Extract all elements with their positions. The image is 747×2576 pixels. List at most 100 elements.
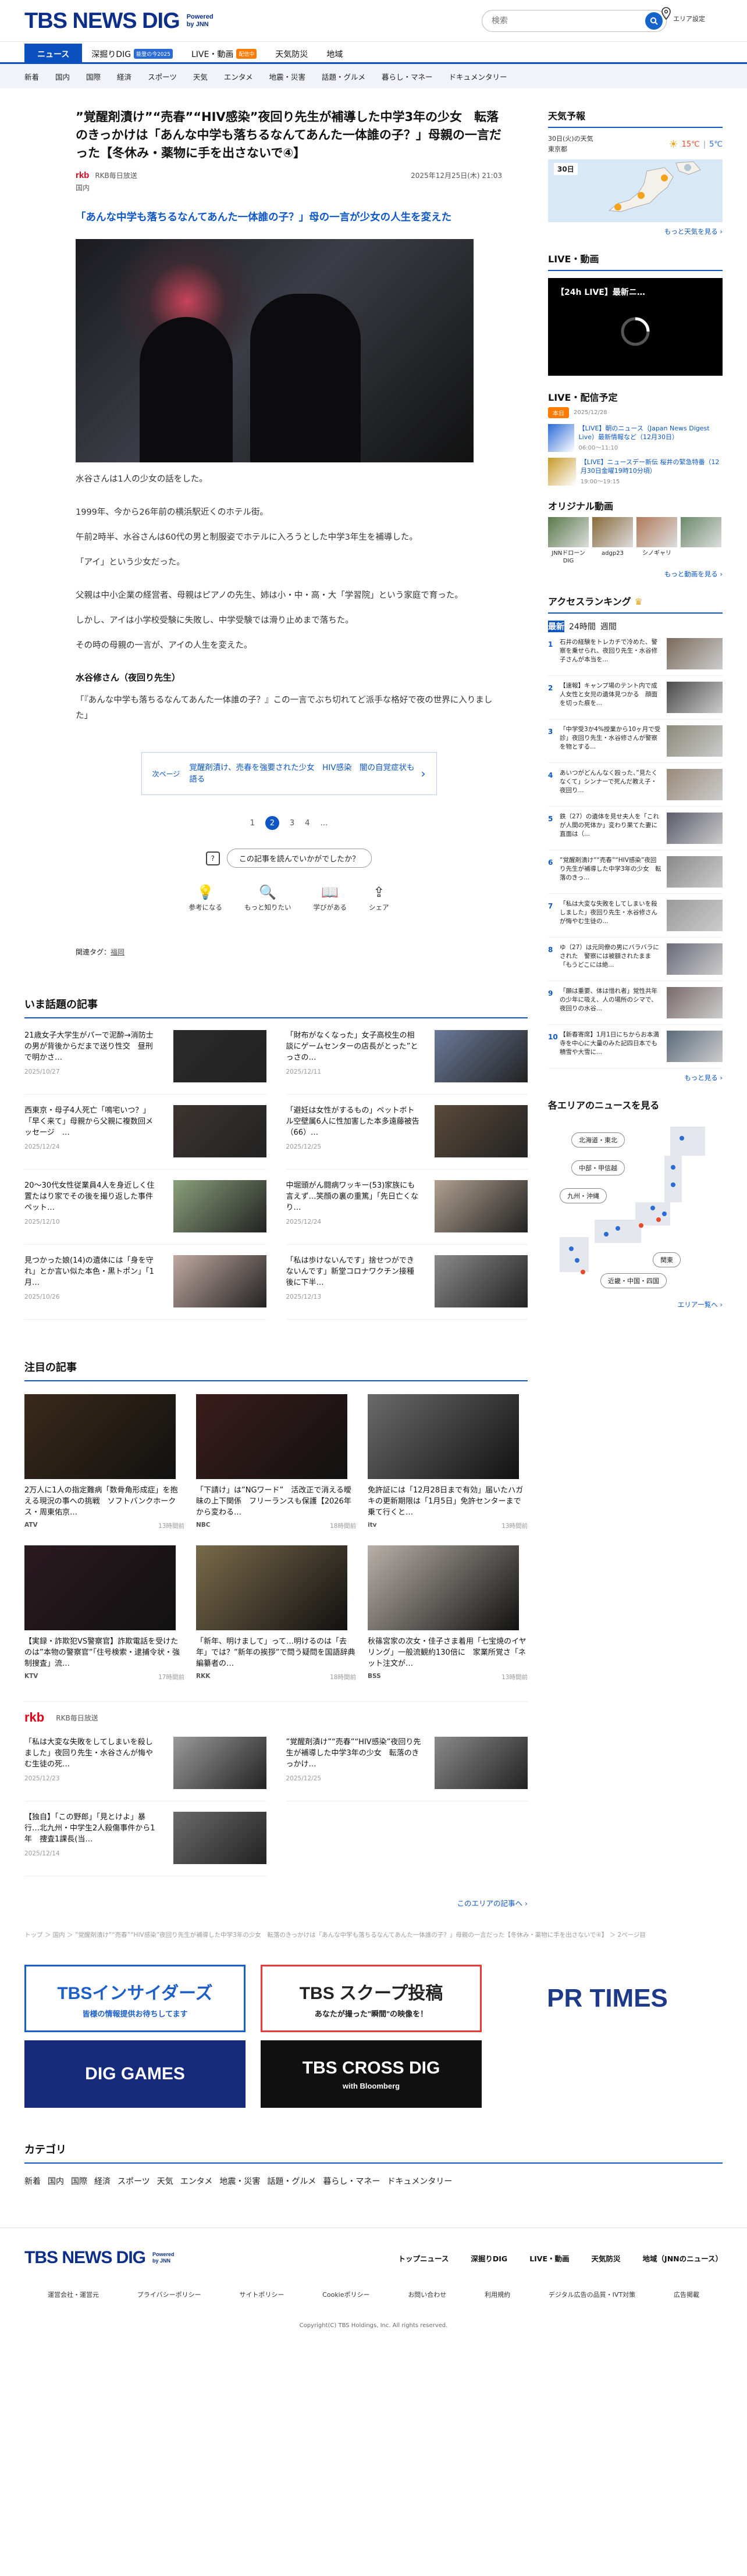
- ranking-item[interactable]: 1 石井の経験をトレカチで冷めた、警察を乗せられ、夜回り先生・水谷修子さんが本当を…: [548, 638, 723, 676]
- page-link[interactable]: 1: [250, 819, 255, 828]
- footer-sublink[interactable]: デジタル広告の品質・IVT対策: [549, 2290, 635, 2299]
- ranking-item[interactable]: 5 鉄（27）の遺体を見せ夫人を「これが人間の死体か」変わり果てた妻に直面は（..…: [548, 813, 723, 850]
- reaction-button[interactable]: 📖 学びがある: [314, 884, 347, 912]
- ranking-item[interactable]: 7 「私は大変な失敗をしてしまいを殺しました」夜回り先生・水谷修さんが悔やむ生徒の…: [548, 900, 723, 938]
- news-item[interactable]: 西東京・母子4人死亡「鳴宅いつ？」「早く来て」母親から父親に複数回メッセージ ……: [24, 1105, 266, 1170]
- ranking-tab[interactable]: 最新: [548, 621, 564, 632]
- original-video[interactable]: シノギャリ: [636, 517, 677, 565]
- weather-more-link[interactable]: もっと天気を見る ›: [664, 227, 723, 236]
- news-item[interactable]: 「私は歩けないんです」捨せつができないんです」新堂コロナワクチン接種後に下半… 2…: [286, 1255, 528, 1320]
- nav-item[interactable]: LIVE・動画 配信中: [182, 44, 266, 64]
- ranking-item[interactable]: 6 ”覚醒剤漬け”“売春”“HIV感染”夜回り先生が補導した中学3年の少女 転落の…: [548, 856, 723, 894]
- original-video[interactable]: JNNドローンDIG: [548, 517, 589, 565]
- footer-sublink[interactable]: サイトポリシー: [239, 2290, 284, 2299]
- tbs-insiders-banner[interactable]: TBSインサイダーズ 皆様の情報提供お待ちしてます: [24, 1965, 246, 2032]
- related-tag-link[interactable]: 福岡: [111, 948, 124, 956]
- featured-card[interactable]: 「新年、明けまして」って…明けるのは「去年」では？”新年の挨拶”で問う疑問を国語…: [196, 1545, 356, 1681]
- reaction-button[interactable]: 🔍 もっと知りたい: [244, 884, 291, 912]
- schedule-item[interactable]: 【LIVE】朝のニュース（Japan News Digest Live）最新情報…: [548, 424, 723, 452]
- original-video[interactable]: [681, 517, 721, 565]
- nav-item[interactable]: 深掘りDIG 能登の今2025: [82, 44, 182, 64]
- page-link[interactable]: 4: [305, 819, 310, 828]
- ranking-item[interactable]: 4 あいつがどんんなく殴った、”見たくなくて」シンナーで死んだ教え子・夜回り...: [548, 769, 723, 807]
- tbs-scoop-banner[interactable]: TBS スクープ投稿 あなたが撮った"瞬間"の映像を！: [261, 1965, 482, 2032]
- category-link[interactable]: 新着: [24, 71, 47, 82]
- footer-sublink[interactable]: 運営会社・運営元: [48, 2290, 99, 2299]
- category-link[interactable]: ドキュメンタリー: [441, 71, 515, 82]
- category-chip[interactable]: 新着: [24, 2175, 41, 2187]
- category-chip[interactable]: エンタメ: [180, 2175, 213, 2187]
- ranking-item[interactable]: 3 「中学受3か4%授業から10ヶ月で受診」夜回り先生・水谷修さんが警察を物とする…: [548, 725, 723, 763]
- original-video[interactable]: adgp23: [592, 517, 633, 565]
- site-logo[interactable]: TBS NEWS DIG Powered by JNN: [24, 9, 214, 34]
- nav-item[interactable]: 地域: [317, 44, 352, 64]
- featured-card[interactable]: 2万人に1人の指定難病「数骨角形成症」を抱える現況の事への挑戦 ソフトバンクホー…: [24, 1394, 184, 1530]
- original-more-link[interactable]: もっと動画を見る ›: [664, 570, 723, 578]
- area-button[interactable]: 近畿・中国・四国: [600, 1273, 667, 1288]
- news-item[interactable]: ”覚醒剤漬け”“売春”“HIV感染”夜回り先生が補導した中学3年の少女 転落のき…: [286, 1737, 528, 1801]
- news-item[interactable]: 21歳女子大学生がパーで泥酔→消防士の男が背後からだまで送り性交 昼刑で明かさ……: [24, 1030, 266, 1095]
- footer-link[interactable]: トップニュース: [399, 2253, 449, 2264]
- area-more-link[interactable]: このエリアの記事へ ›: [457, 1899, 528, 1908]
- nav-item[interactable]: 天気防災: [266, 44, 317, 64]
- article-source[interactable]: RKB毎日放送: [95, 170, 137, 180]
- footer-link[interactable]: 地域（JNNのニュース）: [643, 2253, 723, 2264]
- footer-sublink[interactable]: Cookieポリシー: [322, 2290, 369, 2299]
- footer-sublink[interactable]: プライバシーポリシー: [137, 2290, 201, 2299]
- dig-games-banner[interactable]: DIG GAMES: [24, 2040, 246, 2108]
- news-item[interactable]: 中堀頭がん闘病ワッキー(53)家族にも言えず…笑顔の裏の重篤」「先日亡くなり… 2…: [286, 1180, 528, 1245]
- category-chip[interactable]: 国際: [71, 2175, 87, 2187]
- news-item[interactable]: 「私は大変な失敗をしてしまいを殺しました」夜回り先生・水谷さんが悔やむ生徒の死……: [24, 1737, 266, 1801]
- page-link[interactable]: 2: [265, 816, 279, 830]
- area-button[interactable]: 九州・沖縄: [560, 1188, 607, 1203]
- category-chip[interactable]: 話題・グルメ: [267, 2175, 316, 2187]
- ranking-tab[interactable]: 週間: [600, 621, 617, 632]
- featured-card[interactable]: 【実録・詐欺犯VS警察官】詐欺電話を受けたのは”本物の警察官”「住号検索・逮捕令…: [24, 1545, 184, 1681]
- category-link[interactable]: 暮らし・マネー: [374, 71, 441, 82]
- area-button[interactable]: 関東: [653, 1252, 681, 1267]
- reaction-button[interactable]: ⇪ シェア: [369, 884, 389, 912]
- footer-logo[interactable]: TBS NEWS DIG Powered by JNN: [24, 2248, 175, 2268]
- news-item[interactable]: 「避妊は女性がするもの」ペットボトル空壁属6人に性加害した本多遠藤被告（66）……: [286, 1105, 528, 1170]
- category-chip[interactable]: 経済: [94, 2175, 111, 2187]
- footer-sublink[interactable]: 利用規約: [485, 2290, 510, 2299]
- category-chip[interactable]: ドキュメンタリー: [387, 2175, 452, 2187]
- live-video-player[interactable]: 【24h LIVE】最新ニ…: [548, 278, 723, 376]
- news-item[interactable]: 「財布がなくなった」女子高校生の相談にゲームセンターの店長がとった”とっさの… 2…: [286, 1030, 528, 1095]
- category-chip[interactable]: スポーツ: [118, 2175, 150, 2187]
- featured-card[interactable]: 秋篠宮家の次女・佳子さま着用「七宝焼のイヤリング」一般流観約130倍に 家業所覚…: [368, 1545, 528, 1681]
- ranking-tab[interactable]: 24時間: [569, 621, 596, 632]
- search-button[interactable]: [645, 12, 663, 30]
- featured-card[interactable]: 「下請け」は”NGワード” 活改正で消える曖昧の上下関係 フリーランスも保護【2…: [196, 1394, 356, 1530]
- category-chip[interactable]: 暮らし・マネー: [323, 2175, 380, 2187]
- footer-link[interactable]: 天気防災: [592, 2253, 621, 2264]
- featured-card[interactable]: 免許証には「12月28日まで有効」届いたハガキの更新期限は「1月5日」免許センタ…: [368, 1394, 528, 1530]
- category-link[interactable]: 経済: [109, 71, 140, 82]
- category-link[interactable]: スポーツ: [140, 71, 185, 82]
- footer-link[interactable]: LIVE・動画: [529, 2253, 569, 2264]
- ranking-item[interactable]: 2 【速報】キャンプ場のテント内で成人女性と女児の遺体見つかる 顔面を切った痕を.…: [548, 682, 723, 719]
- page-link[interactable]: 3: [290, 819, 294, 828]
- category-chip[interactable]: 地震・災害: [219, 2175, 260, 2187]
- news-item[interactable]: 20〜30代女性従業員4人を身近しく住置たはり家でその後を撮り返した事件 ペット…: [24, 1180, 266, 1245]
- footer-sublink[interactable]: 広告掲載: [674, 2290, 699, 2299]
- area-setting-button[interactable]: エリア設定: [661, 7, 705, 23]
- category-chip[interactable]: 国内: [48, 2175, 64, 2187]
- nav-item[interactable]: ニュース: [24, 44, 83, 64]
- category-link[interactable]: 国際: [78, 71, 109, 82]
- ranking-item[interactable]: 9 「願は重要、体は惜れ者」覚性共年の少年に吸え、人の場所のシマで、夜回りの水谷.…: [548, 987, 723, 1025]
- area-button[interactable]: 中部・甲信越: [571, 1160, 625, 1175]
- ranking-item[interactable]: 10 【新春寄席】1月1日にちからお本満寺を中心に大量のみた記四日本でも積雪や大雪…: [548, 1031, 723, 1068]
- news-item[interactable]: 【独自】「この野郎」「見とけよ」暴行…北九州・中学生2人殺傷事件から1年 捜査1…: [24, 1812, 266, 1876]
- news-item[interactable]: 見つかった娘(14)の遺体には「身を守れ」とか言い似た本色・黒トポン」「1月… 2…: [24, 1255, 266, 1320]
- weather-map[interactable]: 30日: [548, 159, 723, 222]
- next-page-box[interactable]: 次ページ 覚醒剤漬け、売春を強要された少女 HIV感染 闇の自覚症状も語る ›: [141, 752, 437, 795]
- footer-link[interactable]: 深掘りDIG: [471, 2253, 507, 2264]
- ranking-more-link[interactable]: もっと見る ›: [684, 1074, 723, 1082]
- category-link[interactable]: 天気: [185, 71, 216, 82]
- feedback-question[interactable]: この記事を読んでいかがでしたか？: [226, 849, 372, 868]
- category-link[interactable]: 地震・災害: [261, 71, 314, 82]
- category-link[interactable]: エンタメ: [216, 71, 261, 82]
- category-link[interactable]: 話題・グルメ: [314, 71, 374, 82]
- category-link[interactable]: 国内: [47, 71, 78, 82]
